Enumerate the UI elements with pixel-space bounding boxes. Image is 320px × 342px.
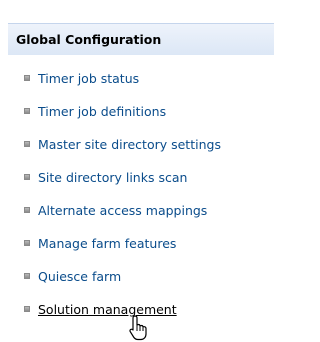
link-alternate-access-mappings[interactable]: Alternate access mappings	[24, 200, 207, 220]
section-header: Global Configuration	[8, 23, 274, 55]
square-bullet-icon	[24, 240, 30, 246]
link-timer-job-definitions[interactable]: Timer job definitions	[24, 101, 166, 121]
square-bullet-icon	[24, 306, 30, 312]
square-bullet-icon	[24, 174, 30, 180]
link-solution-management[interactable]: Solution management	[24, 299, 177, 319]
section-title: Global Configuration	[16, 32, 162, 47]
link-label[interactable]: Timer job definitions	[38, 104, 166, 119]
link-label[interactable]: Master site directory settings	[38, 137, 221, 152]
link-label[interactable]: Quiesce farm	[38, 269, 121, 284]
square-bullet-icon	[24, 75, 30, 81]
global-configuration-panel: Global Configuration Timer job status Ti…	[0, 0, 278, 342]
link-master-site-directory-settings[interactable]: Master site directory settings	[24, 134, 221, 154]
link-label[interactable]: Site directory links scan	[38, 170, 187, 185]
square-bullet-icon	[24, 141, 30, 147]
square-bullet-icon	[24, 273, 30, 279]
link-label[interactable]: Alternate access mappings	[38, 203, 207, 218]
square-bullet-icon	[24, 207, 30, 213]
link-timer-job-status[interactable]: Timer job status	[24, 68, 139, 88]
hand-pointer-icon	[129, 315, 147, 341]
link-label[interactable]: Manage farm features	[38, 236, 176, 251]
link-quiesce-farm[interactable]: Quiesce farm	[24, 266, 121, 286]
link-label[interactable]: Solution management	[38, 302, 177, 317]
link-label[interactable]: Timer job status	[38, 71, 139, 86]
square-bullet-icon	[24, 108, 30, 114]
link-manage-farm-features[interactable]: Manage farm features	[24, 233, 176, 253]
link-site-directory-links-scan[interactable]: Site directory links scan	[24, 167, 187, 187]
